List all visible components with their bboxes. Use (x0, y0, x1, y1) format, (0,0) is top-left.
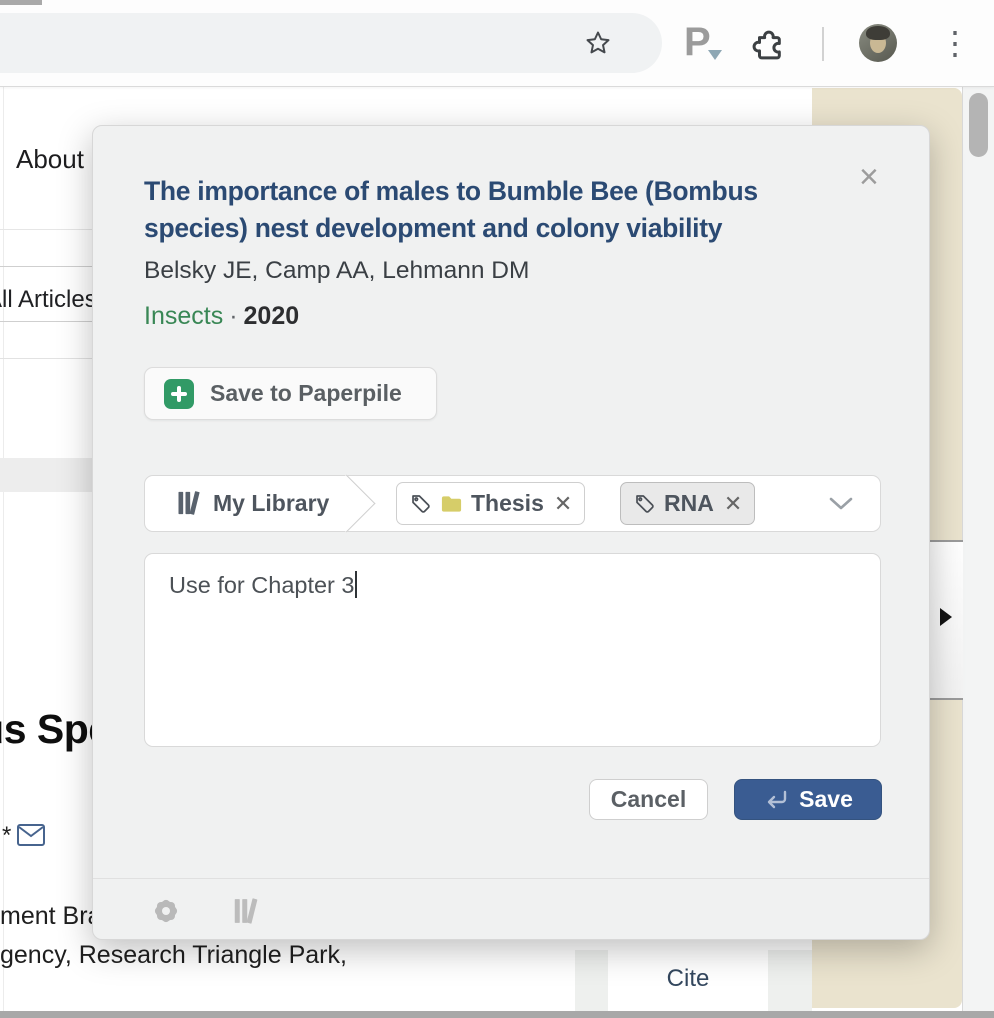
screen: About All Articles Bombus Species * ment… (0, 0, 994, 1018)
selected-row-highlight (0, 458, 92, 492)
page-scrollbar[interactable] (962, 87, 994, 1018)
publication-year: 2020 (244, 302, 300, 330)
note-text: Use for Chapter 3 (169, 572, 354, 598)
divider (0, 229, 92, 230)
browser-toolbar: P ⋮ (0, 0, 994, 87)
paperpile-extension-icon[interactable]: P (684, 20, 724, 66)
note-input[interactable]: Use for Chapter 3 (144, 553, 881, 747)
settings-gear-icon[interactable] (151, 896, 181, 926)
browser-menu-icon[interactable]: ⋮ (939, 25, 971, 61)
label-icon (633, 492, 656, 515)
page-column (768, 950, 812, 1011)
return-key-icon (763, 789, 789, 811)
window-edge (0, 0, 42, 5)
paper-title: The importance of males to Bumble Bee (B… (144, 173, 792, 247)
cite-button[interactable]: Cite (608, 950, 768, 1011)
scrollbar-thumb[interactable] (969, 93, 988, 157)
library-breadcrumb[interactable]: My Library (145, 476, 347, 531)
folder-icon (440, 494, 463, 514)
chip-label: RNA (664, 490, 714, 517)
open-library-icon[interactable] (231, 896, 261, 926)
divider (0, 358, 92, 359)
chip-label: Thesis (471, 490, 544, 517)
save-button[interactable]: Save (734, 779, 882, 820)
affiliation-text: ment Bra (0, 902, 101, 931)
paperpile-flag (708, 50, 722, 60)
library-label: My Library (213, 490, 329, 517)
chevron-down-icon[interactable] (828, 495, 854, 513)
plus-icon (164, 379, 194, 409)
save-button-label: Save (799, 786, 853, 813)
destination-bar: My Library Thesis ✕ RNA ✕ (144, 475, 881, 532)
close-icon[interactable]: × (859, 160, 879, 194)
save-to-paperpile-button[interactable]: Save to Paperpile (144, 367, 437, 420)
paperpile-letter: P (684, 20, 711, 64)
footer-divider (93, 878, 929, 879)
extensions-puzzle-icon[interactable] (750, 24, 788, 62)
tag-chip-rna[interactable]: RNA ✕ (620, 482, 755, 525)
separator-dot: · (223, 302, 243, 330)
remove-icon[interactable]: ✕ (552, 491, 572, 517)
page-column (575, 950, 608, 1011)
divider (0, 321, 92, 322)
paper-journal-line: Insects·2020 (144, 302, 299, 331)
side-panel-handle[interactable] (929, 540, 963, 700)
address-bar[interactable] (0, 13, 662, 73)
paper-authors: Belsky JE, Camp AA, Lehmann DM (144, 257, 529, 285)
viewport-bottom-edge (0, 1011, 994, 1018)
remove-icon[interactable]: ✕ (722, 491, 742, 517)
footnote-asterisk: * (2, 822, 11, 850)
folder-chip-thesis[interactable]: Thesis ✕ (396, 482, 585, 525)
divider (0, 266, 92, 267)
expand-arrow-icon (940, 608, 952, 626)
affiliation-text: gency, Research Triangle Park, (0, 941, 347, 970)
nav-item-about[interactable]: About (16, 144, 84, 175)
label-icon (409, 492, 432, 515)
journal-name: Insects (144, 302, 223, 330)
toolbar-divider (822, 27, 824, 61)
bookmark-star-icon[interactable] (584, 29, 612, 57)
text-cursor (355, 571, 357, 598)
nav-item-all-articles[interactable]: All Articles (0, 286, 97, 314)
page-left-border (3, 87, 4, 1011)
cancel-button[interactable]: Cancel (589, 779, 708, 820)
paperpile-save-dialog: × The importance of males to Bumble Bee … (92, 125, 930, 940)
profile-avatar[interactable] (859, 24, 897, 62)
save-to-paperpile-label: Save to Paperpile (210, 380, 402, 407)
library-books-icon (175, 489, 203, 517)
email-icon[interactable] (16, 823, 46, 847)
